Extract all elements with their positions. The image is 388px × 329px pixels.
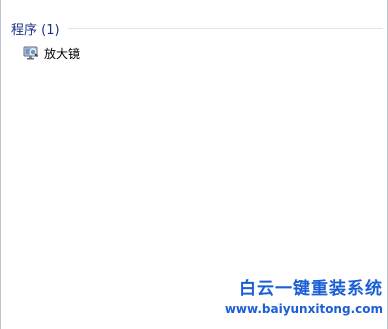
result-item-magnifier[interactable]: 放大镜 bbox=[23, 44, 86, 62]
magnifier-app-icon bbox=[23, 45, 39, 61]
result-item-label: 放大镜 bbox=[44, 46, 81, 61]
watermark: 白云一键重装系统 www.baiyunxitong.com bbox=[225, 279, 383, 317]
search-results-panel: 程序 (1) 放大镜 白云一键重装系统 www.baiyunxitong.com bbox=[0, 0, 388, 329]
section-title: 程序 (1) bbox=[11, 22, 60, 38]
watermark-title: 白云一键重装系统 bbox=[239, 279, 383, 299]
watermark-url: www.baiyunxitong.com bbox=[224, 302, 383, 316]
programs-section-header[interactable]: 程序 (1) bbox=[11, 19, 383, 38]
section-divider bbox=[67, 28, 383, 29]
